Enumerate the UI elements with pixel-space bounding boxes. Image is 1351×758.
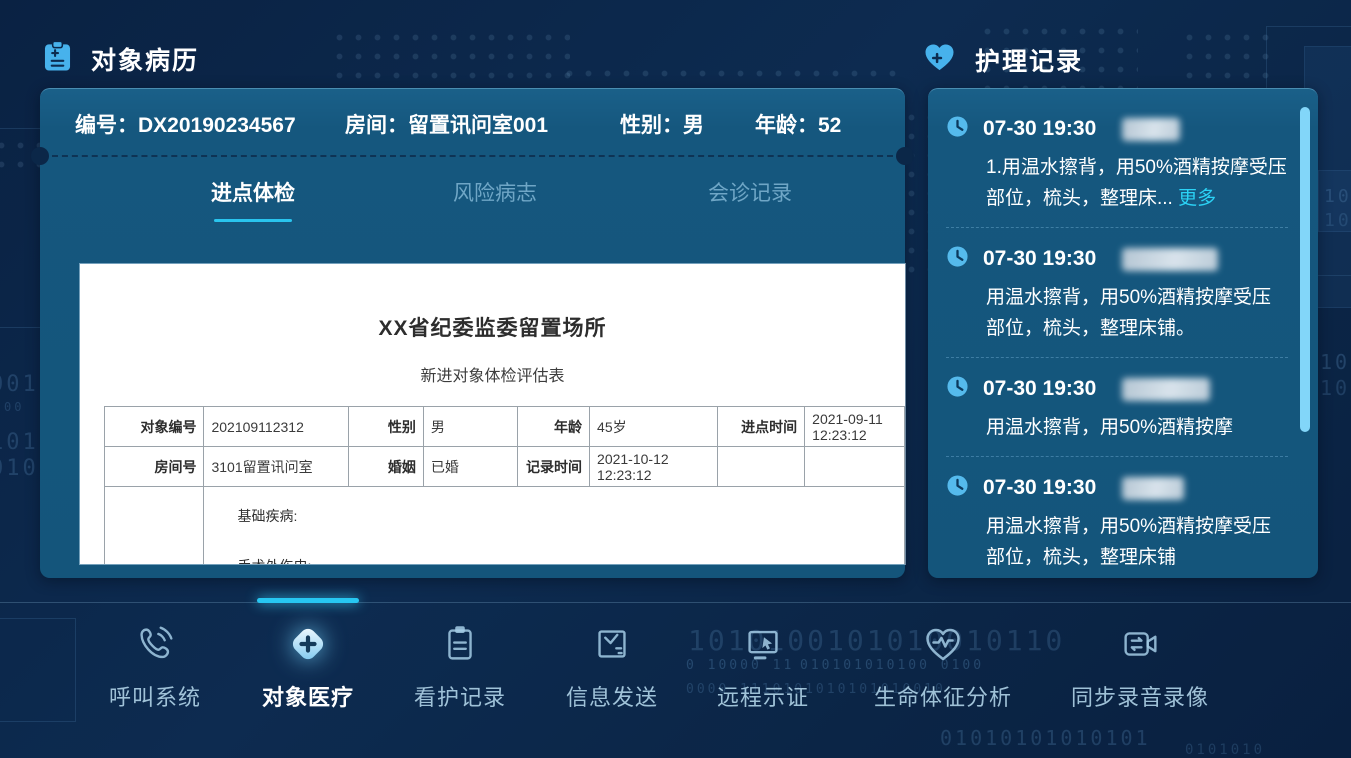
- redacted-name: [1122, 248, 1218, 271]
- binary-decor-text: 101: [1324, 186, 1351, 207]
- assessment-table: 对象编号202109112312性别男年龄45岁进点时间2021-09-11 1…: [104, 406, 905, 564]
- nav-divider: [0, 602, 1351, 603]
- nursing-record-item: 07-30 19:30 用温水擦背，用50%酒精按摩受压部位，梳头，整理床铺: [946, 474, 1288, 578]
- page-title: 护理记录: [975, 42, 1083, 78]
- record-header: 07-30 19:30: [946, 375, 1288, 403]
- redacted-name: [1122, 118, 1180, 141]
- nav-item-label: 同步录音录像: [1030, 680, 1250, 712]
- table-value-cell: 已婚: [423, 447, 518, 487]
- clipboard-plus-icon: [44, 40, 71, 77]
- table-label-cell: 性别: [349, 407, 424, 447]
- table-value-cell: 45岁: [590, 407, 718, 447]
- nav-item-video-camera[interactable]: 同步录音录像: [1030, 618, 1250, 712]
- binary-decor-text: 1011: [1320, 376, 1351, 400]
- video-camera-icon: [1030, 618, 1250, 670]
- tab-label: 风险病志: [453, 182, 537, 205]
- more-link[interactable]: 更多: [1178, 188, 1216, 209]
- history-field-label: 基础疾病:: [211, 506, 897, 526]
- document-subtitle: 新进对象体检评估表: [80, 362, 905, 386]
- subject-id: 编号：DX20190234567: [75, 109, 296, 139]
- subject-age: 年龄：52: [755, 109, 841, 139]
- subject-room: 房间：留置讯问室001: [345, 109, 548, 139]
- active-tab-underline: [214, 219, 292, 222]
- record-text: 用温水擦背，用50%酒精按摩受压部位，梳头，整理床铺: [986, 511, 1288, 573]
- table-row: 房间号3101留置讯问室婚姻已婚记录时间2021-10-12 12:23:12: [105, 447, 905, 487]
- history-field-label: 手术外伤史:: [211, 556, 897, 564]
- record-text: 用温水擦背，用50%酒精按摩受压部位，梳头，整理床铺。: [986, 282, 1288, 344]
- table-label-cell: 对象编号: [105, 407, 204, 447]
- table-row: 对象编号202109112312性别男年龄45岁进点时间2021-09-11 1…: [105, 407, 905, 447]
- table-value-cell: 2021-09-11 12:23:12: [805, 407, 905, 447]
- binary-decor-text: 1010: [1320, 350, 1351, 374]
- record-separator: [946, 456, 1288, 457]
- table-label-cell: [717, 447, 805, 487]
- nav-item-label: 生命体征分析: [833, 680, 1053, 712]
- medical-record-header: 对象病历: [44, 40, 199, 77]
- tab-label: 进点体检: [211, 182, 295, 205]
- record-header: 07-30 19:30: [946, 115, 1288, 143]
- table-value-cell: 3101留置讯问室: [204, 447, 349, 487]
- tab-risk-record[interactable]: 风险病志: [415, 177, 575, 207]
- table-value-cell: 2021-10-12 12:23:12: [590, 447, 718, 487]
- table-label-cell: 记录时间: [518, 447, 590, 487]
- heartbeat-icon: [833, 618, 1053, 670]
- tab-label: 会诊记录: [708, 182, 792, 205]
- nursing-record-header: 护理记录: [924, 42, 1083, 78]
- history-cell: 基础疾病: 手术外伤史:: [204, 487, 905, 565]
- record-header: 07-30 19:30: [946, 245, 1288, 273]
- record-timestamp: 07-30 19:30: [983, 476, 1096, 500]
- subject-gender: 性别：男: [620, 109, 704, 139]
- scrollbar-thumb[interactable]: [1300, 107, 1310, 432]
- record-timestamp: 07-30 19:30: [983, 117, 1096, 141]
- tab-consultation-record[interactable]: 会诊记录: [670, 177, 830, 207]
- nursing-record-item: 07-30 19:30 1.用温水擦背，用50%酒精按摩受压部位，梳头，整理床..…: [946, 115, 1288, 228]
- page-title: 对象病历: [91, 41, 199, 77]
- binary-decor-text: 00: [4, 400, 24, 414]
- table-value-cell: 202109112312: [204, 407, 349, 447]
- nursing-record-item: 07-30 19:30 用温水擦背，用50%酒精按摩: [946, 375, 1288, 457]
- ticket-notch: [31, 147, 49, 165]
- table-value-cell: [805, 447, 905, 487]
- record-separator: [946, 227, 1288, 228]
- record-separator: [946, 357, 1288, 358]
- nursing-record-list: 07-30 19:30 1.用温水擦背，用50%酒精按摩受压部位，梳头，整理床..…: [946, 115, 1288, 578]
- nursing-record-panel: 07-30 19:30 1.用温水擦背，用50%酒精按摩受压部位，梳头，整理床..…: [928, 88, 1318, 578]
- app-background: 0010001010010110101001010100101100 10000…: [0, 0, 1351, 758]
- dot-pattern: [902, 108, 928, 278]
- dot-pattern: [330, 28, 570, 90]
- ticket-notch: [896, 147, 914, 165]
- binary-decor-text: 101: [1324, 210, 1351, 231]
- medical-record-panel: 编号：DX20190234567 房间：留置讯问室001 性别：男 年龄：52 …: [40, 88, 905, 578]
- tab-entry-checkup[interactable]: 进点体检: [173, 177, 333, 207]
- record-timestamp: 07-30 19:30: [983, 377, 1096, 401]
- table-row: 基础疾病: 手术外伤史:: [105, 487, 905, 565]
- medical-form-document: XX省纪委监委留置场所 新进对象体检评估表 对象编号202109112312性别…: [80, 264, 905, 564]
- table-label-cell: [105, 487, 204, 565]
- table-value-cell: 男: [423, 407, 518, 447]
- redacted-name: [1122, 477, 1184, 500]
- clock-icon: [946, 474, 969, 502]
- heart-plus-icon: [924, 43, 955, 77]
- dot-pattern: [1180, 28, 1276, 82]
- table-label-cell: 房间号: [105, 447, 204, 487]
- nursing-record-item: 07-30 19:30 用温水擦背，用50%酒精按摩受压部位，梳头，整理床铺。: [946, 245, 1288, 358]
- redacted-name: [1122, 378, 1210, 401]
- clock-icon: [946, 375, 969, 403]
- record-timestamp: 07-30 19:30: [983, 247, 1096, 271]
- table-label-cell: 年龄: [518, 407, 590, 447]
- nav-item-heartbeat[interactable]: 生命体征分析: [833, 618, 1053, 712]
- table-label-cell: 进点时间: [717, 407, 805, 447]
- document-title: XX省纪委监委留置场所: [80, 312, 905, 342]
- dashed-divider: [52, 155, 893, 157]
- table-label-cell: 婚姻: [349, 447, 424, 487]
- decor-rectangle: [1318, 170, 1351, 232]
- record-header: 07-30 19:30: [946, 474, 1288, 502]
- active-nav-indicator: [257, 598, 359, 603]
- clock-icon: [946, 245, 969, 273]
- record-text: 1.用温水擦背，用50%酒精按摩受压部位，梳头，整理床... 更多: [986, 152, 1288, 214]
- record-text: 用温水擦背，用50%酒精按摩: [986, 412, 1288, 443]
- bottom-navigation: 呼叫系统对象医疗看护记录信息发送远程示证生命体征分析同步录音录像: [0, 602, 1351, 758]
- clock-icon: [946, 115, 969, 143]
